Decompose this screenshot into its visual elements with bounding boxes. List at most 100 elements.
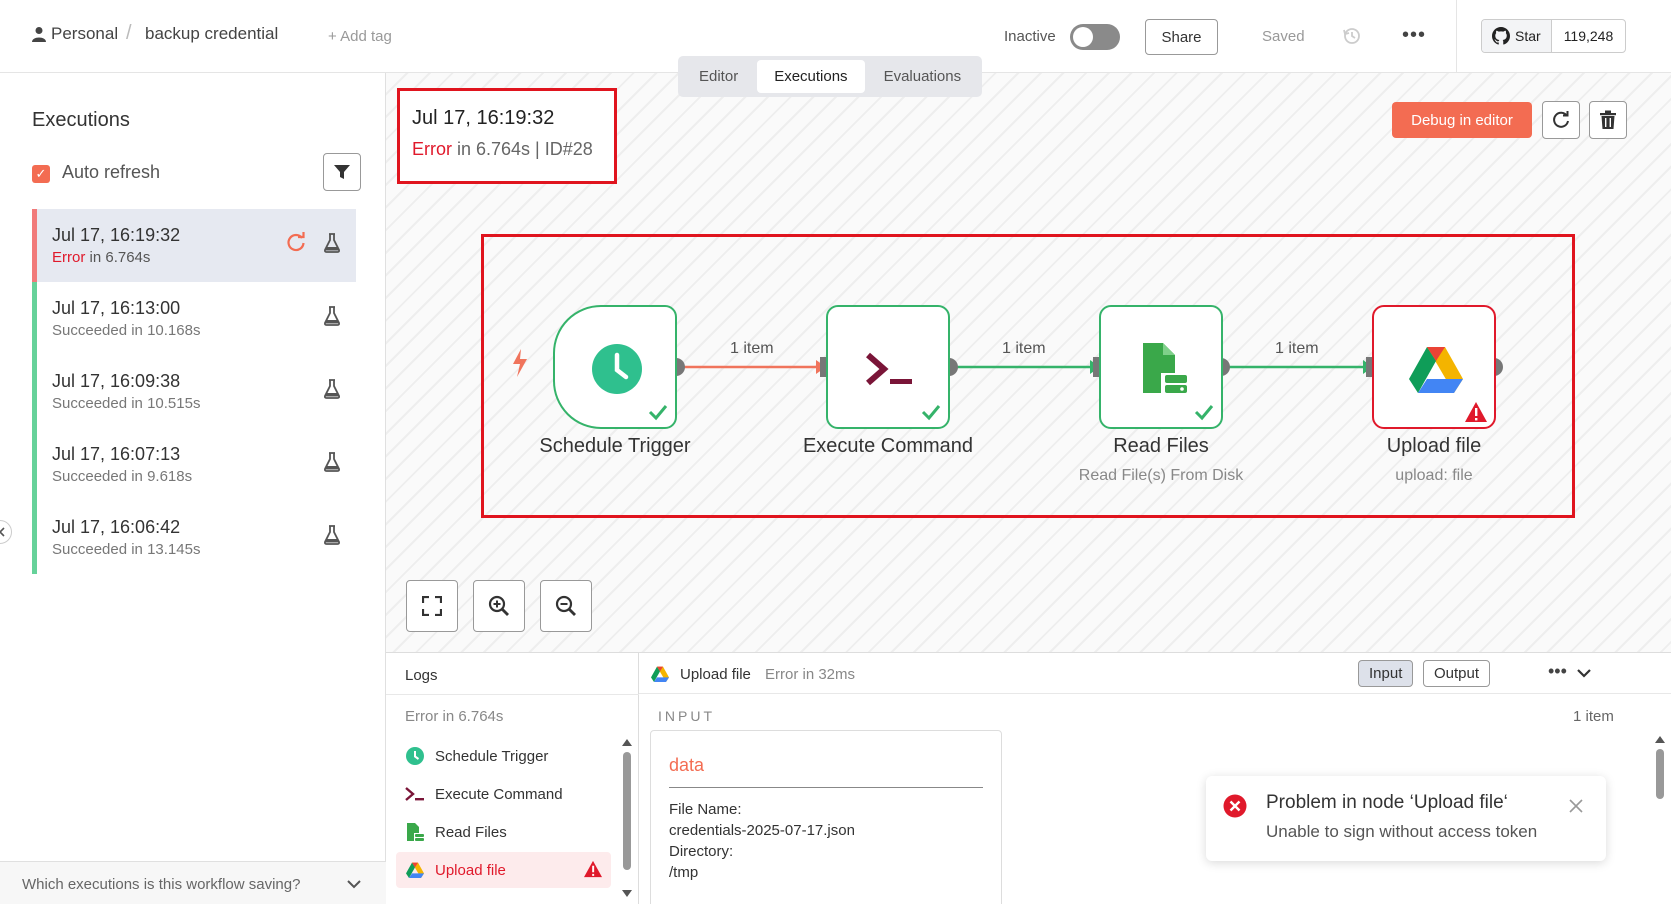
tab-evaluations[interactable]: Evaluations	[867, 60, 979, 93]
logs-tree: Logs Error in 6.764s Schedule Trigger Ex…	[386, 653, 639, 904]
zoom-out-button[interactable]	[540, 580, 592, 632]
zoom-in-button[interactable]	[473, 580, 525, 632]
flask-icon[interactable]	[323, 525, 341, 545]
scroll-up-icon	[622, 739, 632, 746]
execution-duration: in 6.764s	[85, 249, 151, 266]
auto-refresh-checkbox[interactable]: ✓	[32, 165, 50, 183]
close-icon[interactable]	[1568, 798, 1584, 814]
flask-icon[interactable]	[323, 452, 341, 472]
execution-item[interactable]: Jul 17, 16:19:32 Error in 6.764s	[32, 209, 356, 282]
flask-icon[interactable]	[323, 233, 341, 253]
workflow-name[interactable]: backup credential	[145, 24, 278, 44]
input-section-label: INPUT	[658, 708, 715, 724]
field-value: credentials-2025-07-17.json	[669, 822, 855, 839]
fit-view-icon	[422, 596, 442, 616]
node-execute-command[interactable]	[826, 305, 950, 429]
warning-icon	[584, 860, 602, 878]
github-star-widget[interactable]: Star 119,248	[1481, 19, 1627, 53]
flask-icon[interactable]	[323, 379, 341, 399]
data-title: data	[669, 755, 705, 775]
node-label: Schedule Trigger	[539, 435, 691, 457]
add-tag-button[interactable]: + Add tag	[328, 28, 392, 45]
chevron-down-icon[interactable]	[346, 876, 362, 892]
execution-item[interactable]: Jul 17, 16:06:42 Succeeded in 13.145s	[32, 501, 356, 574]
sidebar-title: Executions	[32, 109, 130, 131]
flask-icon[interactable]	[323, 306, 341, 326]
scrollbar-thumb[interactable]	[1656, 749, 1664, 799]
execution-time: Jul 17, 16:13:00	[52, 298, 181, 318]
warning-icon	[1465, 402, 1487, 422]
execution-time: Jul 17, 16:19:32	[52, 225, 181, 245]
log-item[interactable]: Upload file	[396, 852, 611, 888]
node-upload-file[interactable]	[1372, 305, 1496, 429]
log-item-label: Execute Command	[435, 785, 563, 803]
chevron-down-icon[interactable]	[1576, 665, 1592, 681]
breadcrumb-project[interactable]: Personal	[32, 24, 118, 44]
execution-item[interactable]: Jul 17, 16:07:13 Succeeded in 9.618s	[32, 428, 356, 501]
node-label: Upload file	[1386, 435, 1482, 457]
retry-execution-button[interactable]	[1542, 101, 1580, 139]
file-disk-icon	[407, 823, 424, 841]
debug-in-editor-button[interactable]: Debug in editor	[1392, 102, 1532, 138]
log-item[interactable]: Schedule Trigger	[396, 738, 611, 774]
breadcrumb-separator: /	[126, 22, 132, 44]
execution-status: Succeeded in 9.618s	[52, 468, 193, 485]
github-star-button[interactable]: Star	[1482, 20, 1552, 52]
log-item-label: Read Files	[435, 823, 507, 841]
output-toggle-button[interactable]: Output	[1423, 660, 1491, 687]
execution-item[interactable]: Jul 17, 16:13:00 Succeeded in 10.168s	[32, 282, 356, 355]
log-item-label: Upload file	[435, 861, 506, 879]
user-icon	[32, 27, 46, 42]
log-detail-status: Error in 32ms	[765, 666, 856, 683]
field-label: File Name:	[669, 801, 742, 818]
log-item[interactable]: Read Files	[396, 814, 611, 850]
lightning-icon	[513, 349, 527, 377]
fit-view-button[interactable]	[406, 580, 458, 632]
error-toast: Problem in node ‘Upload file‘ Unable to …	[1206, 776, 1606, 861]
log-item[interactable]: Execute Command	[396, 776, 611, 812]
execution-header-status: Error in 6.764s | ID#28	[412, 139, 593, 160]
tab-executions[interactable]: Executions	[757, 60, 865, 93]
zoom-out-icon	[555, 595, 576, 616]
execution-status: Succeeded in 13.145s	[52, 541, 201, 558]
logs-summary: Error in 6.764s	[405, 708, 504, 725]
execution-status: Succeeded in 10.515s	[52, 395, 201, 412]
google-drive-icon	[651, 666, 669, 682]
logs-scrollbar[interactable]	[622, 738, 632, 898]
delete-execution-button[interactable]	[1589, 101, 1627, 139]
history-icon[interactable]	[1342, 26, 1362, 46]
execution-header-time: Jul 17, 16:19:32	[412, 107, 555, 129]
divider	[669, 787, 983, 788]
input-toggle-button[interactable]: Input	[1358, 660, 1414, 687]
auto-refresh-label[interactable]: Auto refresh	[62, 162, 160, 183]
node-schedule-trigger[interactable]	[553, 305, 677, 429]
more-options-icon[interactable]: •••	[1548, 661, 1567, 682]
input-data-card: data File Name: credentials-2025-07-17.j…	[650, 730, 1002, 904]
detail-scrollbar[interactable]	[1655, 735, 1665, 900]
github-star-label: Star	[1515, 28, 1541, 44]
tab-editor[interactable]: Editor	[682, 60, 755, 93]
connection-label: 1 item	[730, 340, 774, 357]
saving-settings-bar[interactable]: Which executions is this workflow saving…	[0, 861, 386, 904]
execution-item[interactable]: Jul 17, 16:09:38 Succeeded in 10.515s	[32, 355, 356, 428]
log-item-label: Schedule Trigger	[435, 747, 549, 765]
execution-time: Jul 17, 16:09:38	[52, 371, 181, 391]
more-options-icon[interactable]: •••	[1402, 24, 1426, 47]
saved-status: Saved	[1262, 28, 1305, 45]
active-toggle[interactable]	[1070, 24, 1120, 50]
sidebar-collapse-handle[interactable]	[0, 520, 12, 544]
logs-title: Logs	[405, 667, 438, 684]
chevron-left-icon	[0, 527, 5, 537]
success-check-icon	[921, 405, 941, 421]
executions-list: Jul 17, 16:19:32 Error in 6.764s Jul 17,…	[32, 209, 356, 574]
toggle-knob	[1073, 27, 1093, 47]
google-drive-icon	[1409, 347, 1463, 393]
node-read-files[interactable]	[1099, 305, 1223, 429]
scrollbar-thumb[interactable]	[623, 752, 631, 870]
refresh-icon	[1553, 111, 1569, 128]
google-drive-icon	[406, 862, 424, 878]
share-button[interactable]: Share	[1145, 19, 1218, 55]
retry-icon[interactable]	[285, 231, 307, 253]
filter-button[interactable]	[323, 153, 361, 191]
log-detail-header: Upload file Error in 32ms Input Output •…	[639, 653, 1671, 694]
